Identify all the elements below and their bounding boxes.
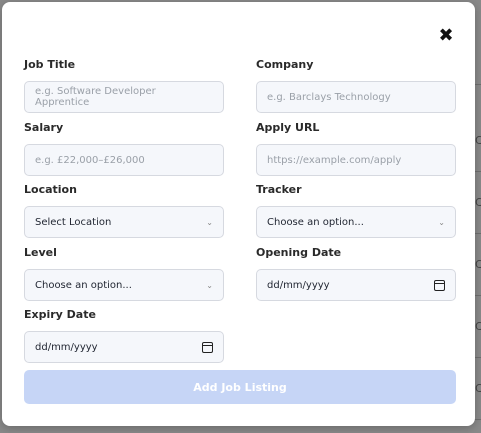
opening-date-value: dd/mm/yyyy — [267, 279, 330, 291]
location-select-value: Select Location — [35, 216, 112, 228]
opening-date-input[interactable]: dd/mm/yyyy — [256, 269, 456, 301]
backdrop-cell-text: C — [475, 382, 481, 395]
backdrop-cell-text: C — [475, 196, 481, 209]
opening-date-field: Opening Date dd/mm/yyyy — [256, 246, 456, 301]
level-select[interactable]: Choose an option... ⌄ — [24, 269, 224, 301]
apply-url-field: Apply URL https://example.com/apply — [256, 121, 456, 176]
location-field: Location Select Location ⌄ — [24, 183, 224, 238]
tracker-label: Tracker — [256, 183, 302, 196]
job-title-input[interactable]: e.g. Software Developer Apprentice — [24, 81, 224, 113]
level-field: Level Choose an option... ⌄ — [24, 246, 224, 301]
job-title-placeholder: e.g. Software Developer Apprentice — [35, 86, 156, 108]
level-select-value: Choose an option... — [35, 279, 132, 291]
backdrop-cell-text: C — [475, 134, 481, 147]
chevron-down-icon: ⌄ — [206, 217, 213, 227]
salary-field: Salary e.g. £22,000–£26,000 — [24, 121, 224, 176]
close-icon[interactable]: ✖ — [436, 25, 456, 46]
opening-date-label: Opening Date — [256, 246, 342, 259]
location-label: Location — [24, 183, 77, 196]
tracker-field: Tracker Choose an option... ⌄ — [256, 183, 456, 238]
job-title-label: Job Title — [24, 58, 76, 71]
tracker-select[interactable]: Choose an option... ⌄ — [256, 206, 456, 238]
salary-placeholder: e.g. £22,000–£26,000 — [35, 154, 145, 166]
chevron-down-icon: ⌄ — [438, 217, 445, 227]
expiry-date-label: Expiry Date — [24, 308, 96, 321]
apply-url-label: Apply URL — [256, 121, 320, 134]
add-job-modal: ✖ Job Title e.g. Software Developer Appr… — [2, 2, 475, 426]
calendar-icon[interactable] — [434, 279, 445, 291]
job-title-field: Job Title e.g. Software Developer Appren… — [24, 58, 224, 113]
company-placeholder: e.g. Barclays Technology — [267, 91, 391, 103]
company-input[interactable]: e.g. Barclays Technology — [256, 81, 456, 113]
level-label: Level — [24, 246, 57, 259]
location-select[interactable]: Select Location ⌄ — [24, 206, 224, 238]
apply-url-input[interactable]: https://example.com/apply — [256, 144, 456, 176]
add-job-listing-button[interactable]: Add Job Listing — [24, 370, 456, 404]
company-label: Company — [256, 58, 314, 71]
calendar-icon[interactable] — [202, 341, 213, 353]
apply-url-placeholder: https://example.com/apply — [267, 154, 402, 166]
backdrop-cell-text: C — [475, 258, 481, 271]
expiry-date-field: Expiry Date dd/mm/yyyy — [24, 308, 224, 363]
expiry-date-input[interactable]: dd/mm/yyyy — [24, 331, 224, 363]
salary-label: Salary — [24, 121, 64, 134]
chevron-down-icon: ⌄ — [206, 280, 213, 290]
tracker-select-value: Choose an option... — [267, 216, 364, 228]
backdrop-cell-text: C — [475, 320, 481, 333]
salary-input[interactable]: e.g. £22,000–£26,000 — [24, 144, 224, 176]
company-field: Company e.g. Barclays Technology — [256, 58, 456, 113]
expiry-date-value: dd/mm/yyyy — [35, 341, 98, 353]
